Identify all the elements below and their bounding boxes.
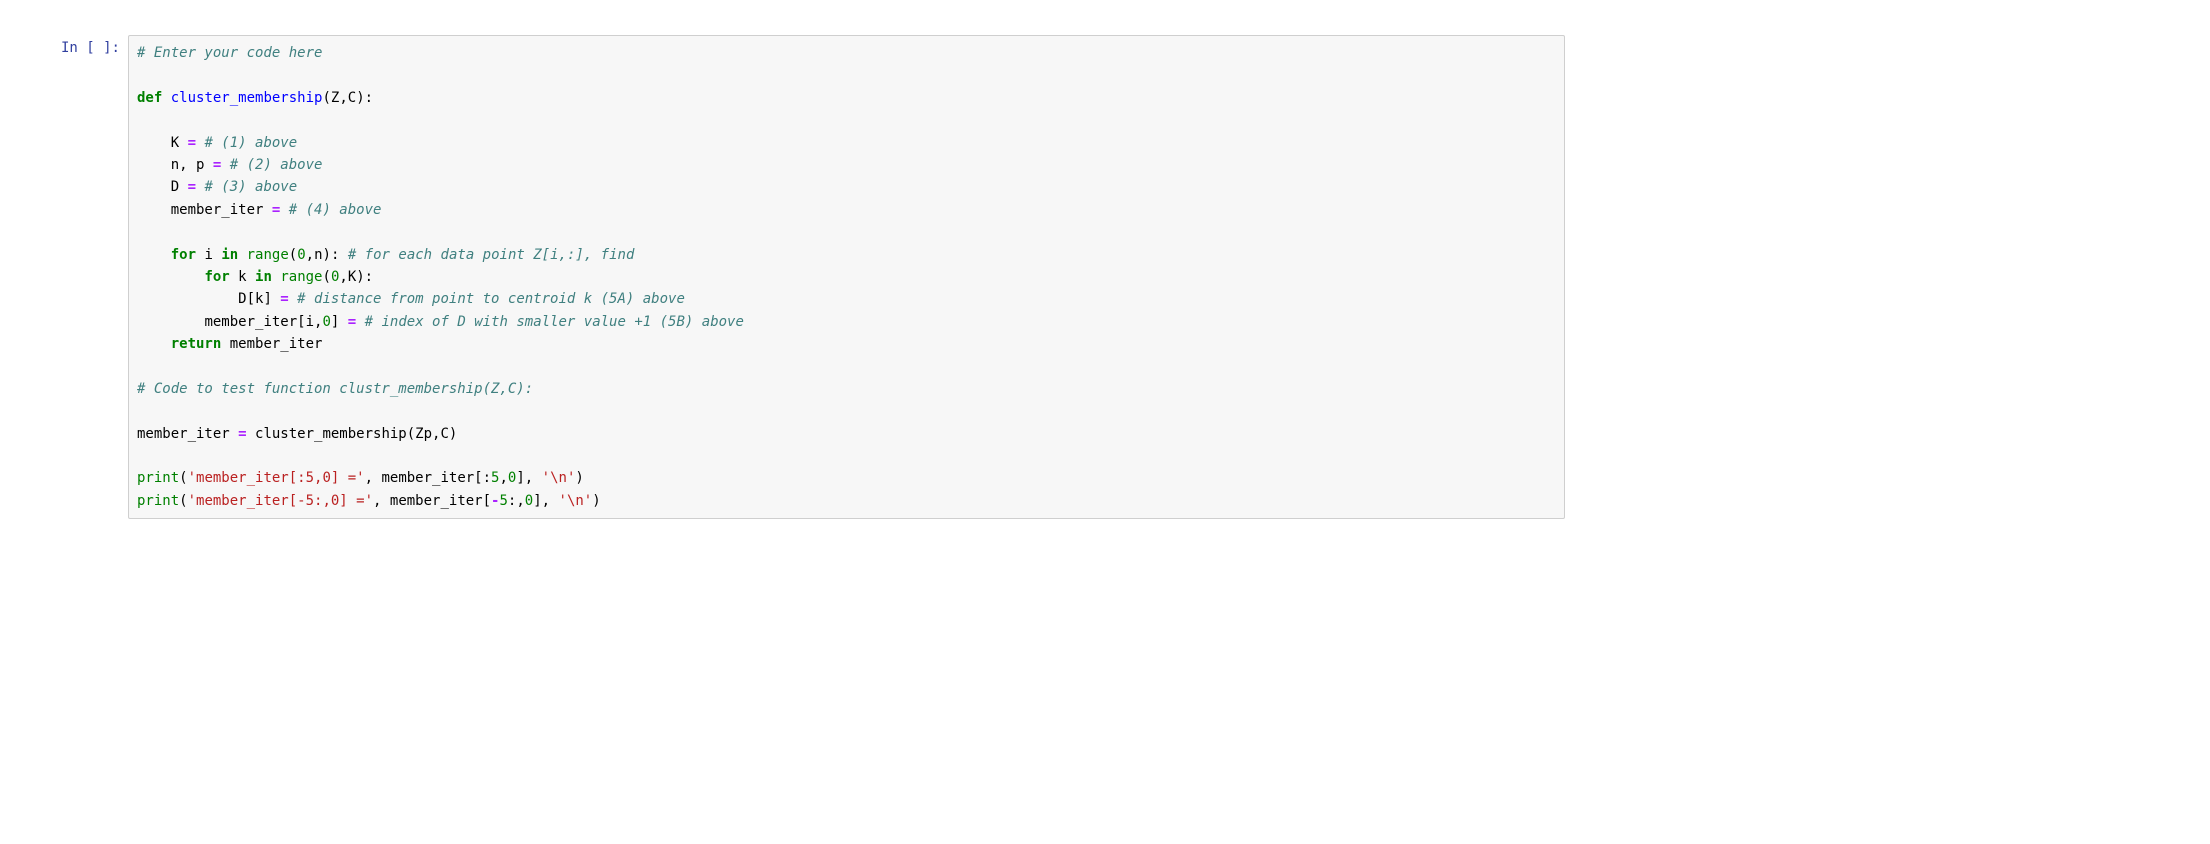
code-cell: In [ ]: # Enter your code here def clust… — [20, 30, 1570, 524]
code-comment: # Code to test function clustr_membershi… — [137, 381, 533, 397]
fn-name: cluster_membership — [171, 90, 323, 106]
notebook-cell-container: In [ ]: # Enter your code here def clust… — [0, 0, 2210, 554]
code-editor[interactable]: # Enter your code here def cluster_membe… — [129, 36, 1564, 518]
code-input-area[interactable]: # Enter your code here def cluster_membe… — [128, 35, 1565, 519]
kw-def: def — [137, 90, 162, 106]
prompt-label: In [ ]: — [61, 40, 120, 56]
input-prompt: In [ ]: — [25, 35, 120, 62]
code-comment: # Enter your code here — [137, 45, 322, 61]
